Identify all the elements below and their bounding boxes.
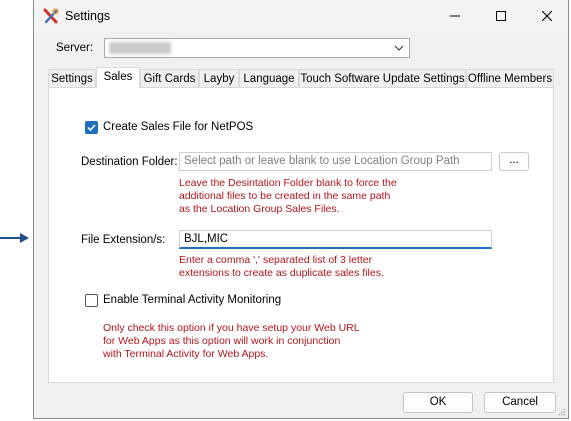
terminal-monitoring-label: Enable Terminal Activity Monitoring [103, 294, 282, 306]
title-bar[interactable]: Settings [34, 0, 568, 32]
settings-app-icon [43, 8, 59, 24]
tab-offline-members[interactable]: Offline Members [466, 69, 554, 87]
terminal-monitoring-note: Only check this option if you have setup… [103, 322, 360, 360]
checkmark-icon [87, 124, 96, 132]
maximize-button[interactable] [478, 0, 524, 32]
maximize-icon [496, 11, 506, 21]
destination-folder-label: Destination Folder: [81, 156, 178, 168]
minimize-button[interactable] [432, 0, 478, 32]
close-button[interactable] [524, 0, 570, 32]
server-value-redacted: server [109, 42, 171, 54]
server-label: Server: [56, 42, 94, 54]
sales-tab-panel: Create Sales File for NetPOS Destination… [48, 87, 554, 383]
window-title: Settings [65, 9, 111, 23]
tab-settings[interactable]: Settings [48, 69, 96, 87]
file-extension-note: Enter a comma ',' separated list of 3 le… [179, 254, 384, 279]
pointer-arrow-icon [0, 233, 29, 243]
tab-layby[interactable]: Layby [199, 69, 239, 87]
close-icon [542, 11, 552, 21]
resize-grip-icon[interactable] [558, 408, 566, 416]
minimize-icon [450, 15, 460, 17]
tab-gift-cards[interactable]: Gift Cards [140, 69, 199, 87]
ok-button[interactable]: OK [403, 392, 473, 413]
tab-touch-software-update-settings[interactable]: Touch Software Update Settings [299, 69, 466, 87]
tab-language[interactable]: Language [239, 69, 299, 87]
server-select[interactable]: server [104, 38, 410, 58]
chevron-down-icon [394, 45, 404, 51]
create-sales-file-checkbox[interactable] [85, 121, 98, 134]
create-sales-file-label: Create Sales File for NetPOS [103, 121, 254, 133]
destination-folder-note: Leave the Desintation Folder blank to fo… [179, 177, 397, 215]
settings-window: Settings Server: server Settings Sales G… [33, 0, 569, 419]
browse-folder-button[interactable]: ... [499, 152, 529, 171]
tab-strip: Settings Sales Gift Cards Layby Language… [48, 67, 558, 88]
cancel-button[interactable]: Cancel [484, 392, 556, 413]
file-extension-input[interactable]: BJL,MIC [179, 230, 492, 249]
destination-folder-input[interactable]: Select path or leave blank to use Locati… [179, 152, 492, 171]
tab-sales[interactable]: Sales [96, 67, 140, 88]
file-extension-label: File Extension/s: [81, 234, 166, 246]
terminal-monitoring-checkbox[interactable] [85, 294, 98, 307]
